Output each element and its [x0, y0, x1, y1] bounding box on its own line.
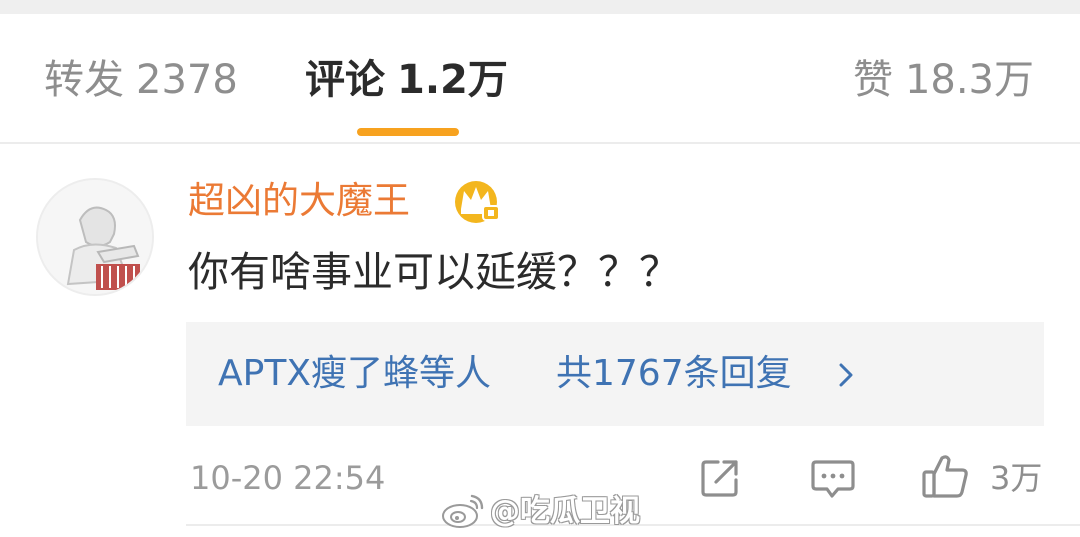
tab-comments-count: 1.2万: [397, 57, 508, 103]
replies-count[interactable]: 共1767条回复: [556, 350, 792, 398]
avatar[interactable]: [36, 178, 154, 296]
active-tab-indicator: [357, 128, 459, 136]
comment-icon[interactable]: [810, 456, 856, 500]
replies-preview[interactable]: APTX瘦了蜂等人 共1767条回复: [186, 322, 1044, 426]
share-icon[interactable]: [698, 456, 742, 500]
chevron-right-icon[interactable]: [836, 362, 856, 388]
tab-likes-count: 18.3万: [904, 57, 1034, 103]
watermark-text: @吃瓜卫视: [490, 494, 640, 529]
tab-divider: [0, 142, 1080, 144]
tab-comments[interactable]: 评论 1.2万: [305, 56, 508, 104]
crown-vip-icon[interactable]: [452, 176, 502, 224]
tab-comments-label: 评论: [305, 57, 385, 103]
comment-text: 你有啥事业可以延缓？？？: [188, 248, 680, 296]
comment-username[interactable]: 超凶的大魔王: [188, 177, 410, 225]
tab-repost[interactable]: 转发 2378: [44, 56, 238, 104]
weibo-logo-icon: [442, 494, 484, 528]
like-count: 3万: [990, 459, 1043, 497]
tab-likes[interactable]: 赞 18.3万: [853, 56, 1034, 104]
like-icon[interactable]: [920, 452, 970, 500]
tab-repost-count: 2378: [136, 57, 238, 103]
top-strip: [0, 0, 1080, 14]
avatar-illustration-icon: [38, 180, 152, 294]
tab-bar: 转发 2378 评论 1.2万 赞 18.3万: [0, 14, 1080, 142]
tab-likes-label: 赞: [852, 57, 893, 103]
replies-users[interactable]: APTX瘦了蜂等人: [218, 350, 491, 398]
comment-timestamp: 10-20 22:54: [190, 459, 386, 497]
tab-repost-label: 转发: [44, 57, 124, 103]
